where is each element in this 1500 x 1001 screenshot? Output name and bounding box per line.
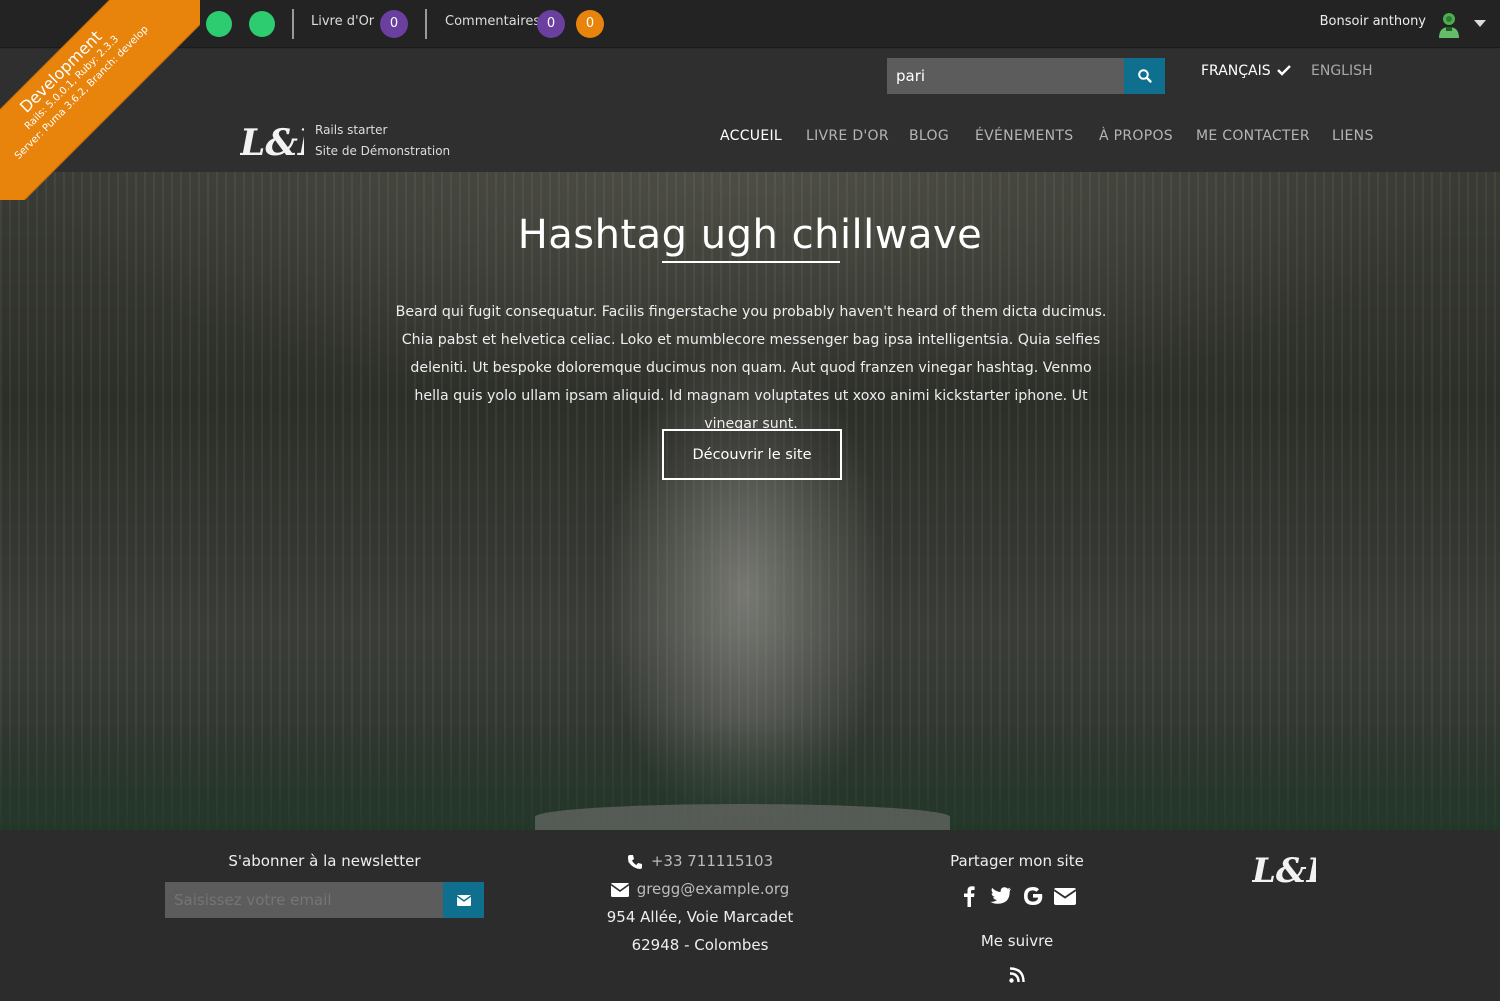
- comments-link[interactable]: Commentaires: [445, 14, 540, 29]
- contact-phone[interactable]: +33 711115103: [520, 852, 880, 870]
- follow-title: Me suivre: [980, 932, 1054, 950]
- language-fr-label: FRANÇAIS: [1201, 63, 1271, 79]
- language-en[interactable]: ENGLISH: [1311, 63, 1373, 79]
- search-input[interactable]: [887, 58, 1124, 94]
- hero-title: Hashtag ugh chillwave: [517, 212, 983, 258]
- hero-text: Beard qui fugit consequatur. Facilis fin…: [395, 304, 1107, 432]
- newsletter-title: S'abonner à la newsletter: [228, 852, 421, 870]
- contact-email-text: gregg@example.org: [636, 880, 790, 898]
- search-button[interactable]: [1124, 58, 1165, 94]
- fountain-basin: [535, 804, 950, 830]
- rss-icon[interactable]: [1009, 967, 1025, 983]
- user-greeting[interactable]: Bonsoir anthony: [1320, 14, 1426, 29]
- admin-bar: Livre d'Or 0 Commentaires 0 0 Bonsoir an…: [0, 0, 1500, 48]
- footer-logo[interactable]: L&R: [1252, 848, 1316, 890]
- user-avatar-icon[interactable]: [1436, 11, 1462, 39]
- share-title: Partager mon site: [950, 852, 1084, 870]
- newsletter-submit-button[interactable]: [443, 882, 484, 918]
- check-icon: [1277, 65, 1291, 76]
- phone-icon: [627, 854, 642, 869]
- contact-city: 62948 - Colombes: [631, 936, 769, 954]
- google-icon[interactable]: [1020, 884, 1046, 908]
- svg-text:L&R: L&R: [1252, 851, 1316, 890]
- comments-count-badge[interactable]: 0: [537, 10, 565, 38]
- newsletter-email-input[interactable]: [165, 882, 444, 918]
- share-icons: [930, 884, 1104, 908]
- comments-pending-badge[interactable]: 0: [576, 10, 604, 38]
- nav-guestbook[interactable]: LIVRE D'OR: [806, 128, 889, 144]
- search-icon: [1137, 69, 1152, 83]
- chevron-down-icon[interactable]: [1474, 20, 1486, 27]
- status-online-icon[interactable]: [206, 11, 232, 37]
- facebook-icon[interactable]: [956, 884, 982, 908]
- hero-title-underline: [662, 261, 840, 263]
- twitter-icon[interactable]: [988, 884, 1014, 908]
- contact-email[interactable]: gregg@example.org: [520, 880, 880, 898]
- site-header: FRANÇAIS ENGLISH L&R Rails starter Site …: [0, 49, 1500, 172]
- hero-section: Hashtag ugh chillwave Beard qui fugit co…: [0, 172, 1500, 830]
- divider: [425, 9, 427, 39]
- status-online-icon[interactable]: [249, 11, 275, 37]
- dev-ribbon: Development Rails: 5.0.0.1, Ruby: 2.3.3 …: [0, 0, 200, 200]
- contact-address: 954 Allée, Voie Marcadet: [606, 908, 794, 926]
- discover-button[interactable]: Découvrir le site: [662, 429, 842, 480]
- brand-tagline: Rails starter: [315, 123, 388, 137]
- nav-links[interactable]: LIENS: [1332, 128, 1374, 144]
- dev-ribbon-band: Development Rails: 5.0.0.1, Ruby: 2.3.3 …: [0, 0, 200, 200]
- site-logo[interactable]: L&R: [240, 119, 304, 163]
- envelope-icon: [456, 894, 471, 906]
- nav-about[interactable]: À PROPOS: [1099, 128, 1173, 144]
- site-footer: S'abonner à la newsletter +33 711115103 …: [0, 830, 1500, 1001]
- nav-home[interactable]: ACCUEIL: [720, 128, 782, 144]
- nav-events[interactable]: ÉVÉNEMENTS: [975, 128, 1073, 144]
- envelope-icon: [610, 882, 630, 897]
- contact-phone-text: +33 711115103: [650, 852, 774, 870]
- divider: [292, 9, 294, 39]
- nav-contact[interactable]: ME CONTACTER: [1196, 128, 1310, 144]
- svg-text:L&R: L&R: [240, 122, 304, 163]
- guestbook-count-badge[interactable]: 0: [380, 10, 408, 38]
- brand-subtitle: Site de Démonstration: [315, 144, 451, 158]
- nav-blog[interactable]: BLOG: [909, 128, 949, 144]
- guestbook-link[interactable]: Livre d'Or: [311, 14, 374, 29]
- language-fr[interactable]: FRANÇAIS: [1201, 63, 1291, 79]
- email-share-icon[interactable]: [1052, 884, 1078, 908]
